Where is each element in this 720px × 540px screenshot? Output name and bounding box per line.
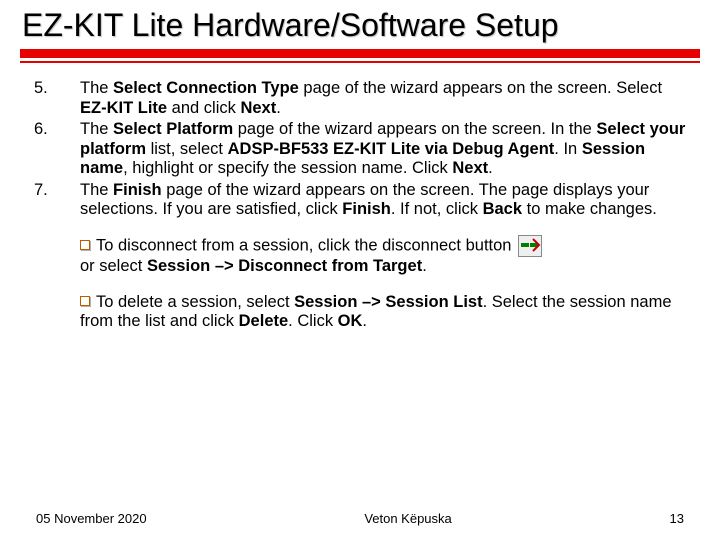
bold-run: Back [483, 200, 522, 218]
footer-date: 05 November 2020 [36, 511, 147, 526]
text-run: The [80, 79, 113, 97]
step-text: The Finish page of the wizard appears on… [80, 181, 686, 220]
text-run: The [80, 120, 113, 138]
text-run: . In [554, 140, 582, 158]
step-number: 7. [34, 181, 80, 220]
bold-run: Session –> Session List [294, 293, 482, 311]
bold-run: Next [240, 99, 276, 117]
slide: EZ-KIT Lite Hardware/Software Setup 5. T… [0, 0, 720, 540]
text-run: To delete a session, select [96, 293, 294, 311]
bold-run: ADSP-BF533 EZ-KIT Lite via Debug Agent [228, 140, 555, 158]
step-number: 5. [34, 79, 80, 118]
bullet-icon [80, 296, 90, 306]
text-run: and click [167, 99, 240, 117]
bold-run: Select Platform [113, 120, 233, 138]
slide-footer: 05 November 2020 Veton Këpuska 13 [0, 511, 720, 526]
text-run: or select [80, 257, 147, 275]
slide-title: EZ-KIT Lite Hardware/Software Setup [0, 0, 720, 43]
delete-paragraph: To delete a session, select Session –> S… [80, 293, 686, 332]
text-run: . Click [288, 312, 338, 330]
bold-run: Session –> Disconnect from Target [147, 257, 422, 275]
step-6: 6. The Select Platform page of the wizar… [34, 120, 686, 178]
disconnect-icon [518, 235, 542, 257]
title-rule [20, 49, 700, 63]
bullet-icon [80, 240, 90, 250]
text-run: page of the wizard appears on the screen… [233, 120, 596, 138]
step-5: 5. The Select Connection Type page of th… [34, 79, 686, 118]
bold-run: Finish [342, 200, 391, 218]
text-run: list, select [146, 140, 228, 158]
text-run: to make changes. [522, 200, 657, 218]
footer-author: Veton Këpuska [364, 511, 451, 526]
text-run: To disconnect from a session, click the … [96, 237, 516, 255]
text-run: page of the wizard appears on the screen… [299, 79, 662, 97]
text-run: , highlight or specify the session name.… [123, 159, 452, 177]
step-text: The Select Platform page of the wizard a… [80, 120, 686, 178]
text-run: . [422, 257, 427, 275]
step-7: 7. The Finish page of the wizard appears… [34, 181, 686, 220]
disconnect-paragraph: To disconnect from a session, click the … [80, 235, 686, 276]
text-run: . If not, click [391, 200, 483, 218]
text-run: The [80, 181, 113, 199]
bold-run: EZ-KIT Lite [80, 99, 167, 117]
bold-run: Next [452, 159, 488, 177]
step-text: The Select Connection Type page of the w… [80, 79, 686, 118]
bold-run: Delete [239, 312, 289, 330]
bold-run: Finish [113, 181, 162, 199]
bold-run: OK [338, 312, 363, 330]
text-run: . [362, 312, 367, 330]
slide-body: 5. The Select Connection Type page of th… [0, 63, 720, 332]
text-run: . [276, 99, 281, 117]
text-run: . [488, 159, 493, 177]
footer-page: 13 [670, 511, 684, 526]
step-number: 6. [34, 120, 80, 178]
bold-run: Select Connection Type [113, 79, 299, 97]
